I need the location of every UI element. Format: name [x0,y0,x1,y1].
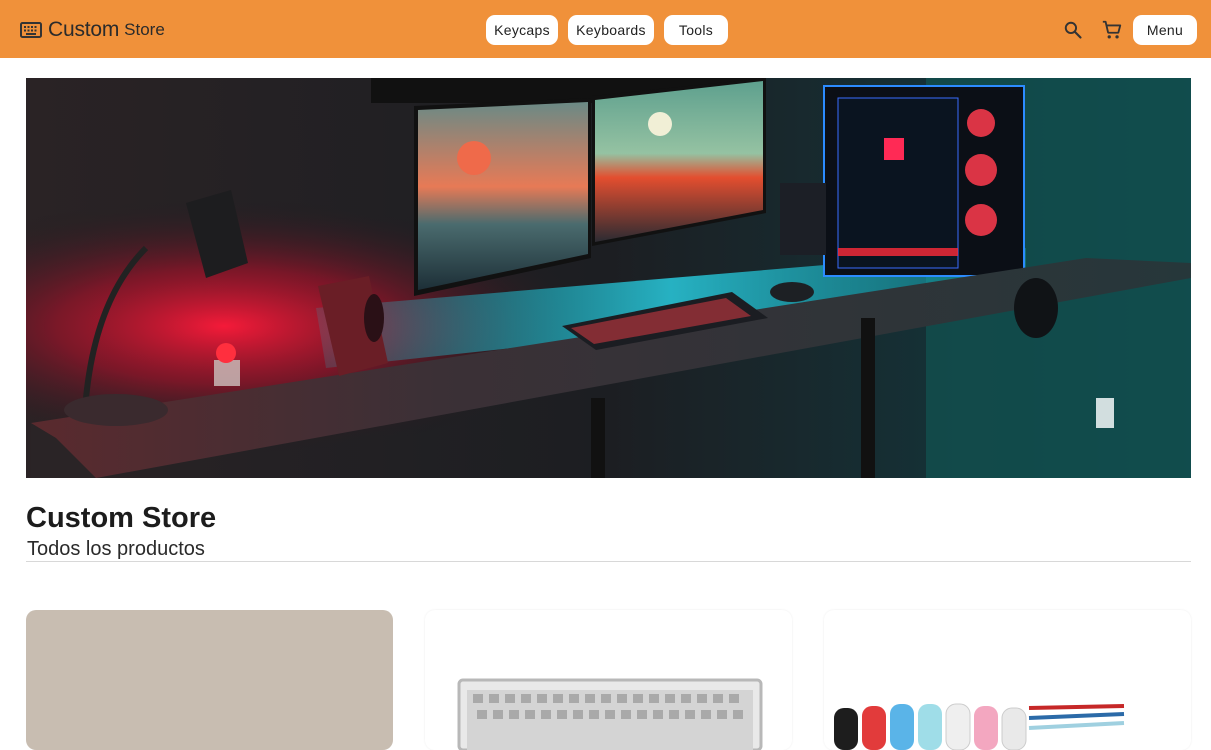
nav-keyboards-button[interactable]: Keyboards [568,15,654,45]
hero-banner [26,78,1191,478]
search-button[interactable] [1060,17,1086,43]
nav-keycaps-button[interactable]: Keycaps [486,15,558,45]
product-image [457,678,763,750]
cart-icon [1102,20,1122,39]
product-card[interactable] [425,610,792,750]
brand-logo[interactable]: Custom Store [20,16,165,44]
section-divider [26,561,1191,562]
menu-label: Menu [1146,22,1184,38]
product-card[interactable] [824,610,1191,750]
menu-button[interactable]: Menu [1133,15,1197,45]
top-app-bar: Custom Store Keycaps Keyboards Tools Men… [0,0,1211,58]
brand-name: Custom [48,18,120,41]
nav-keyboards-label: Keyboards [576,22,646,38]
nav-tools-button[interactable]: Tools [664,15,728,45]
nav-tools-label: Tools [678,22,714,38]
keyboard-icon [20,22,42,38]
page-subtitle: Todos los productos [27,538,205,560]
cart-button[interactable] [1099,17,1125,43]
product-card[interactable] [26,610,393,750]
hero-image [26,78,1191,478]
product-image [26,610,393,750]
page-title: Custom Store [26,502,217,534]
product-image [834,703,1125,750]
nav-keycaps-label: Keycaps [494,22,550,38]
brand-suffix: Store [124,20,165,39]
search-icon [1064,21,1082,39]
